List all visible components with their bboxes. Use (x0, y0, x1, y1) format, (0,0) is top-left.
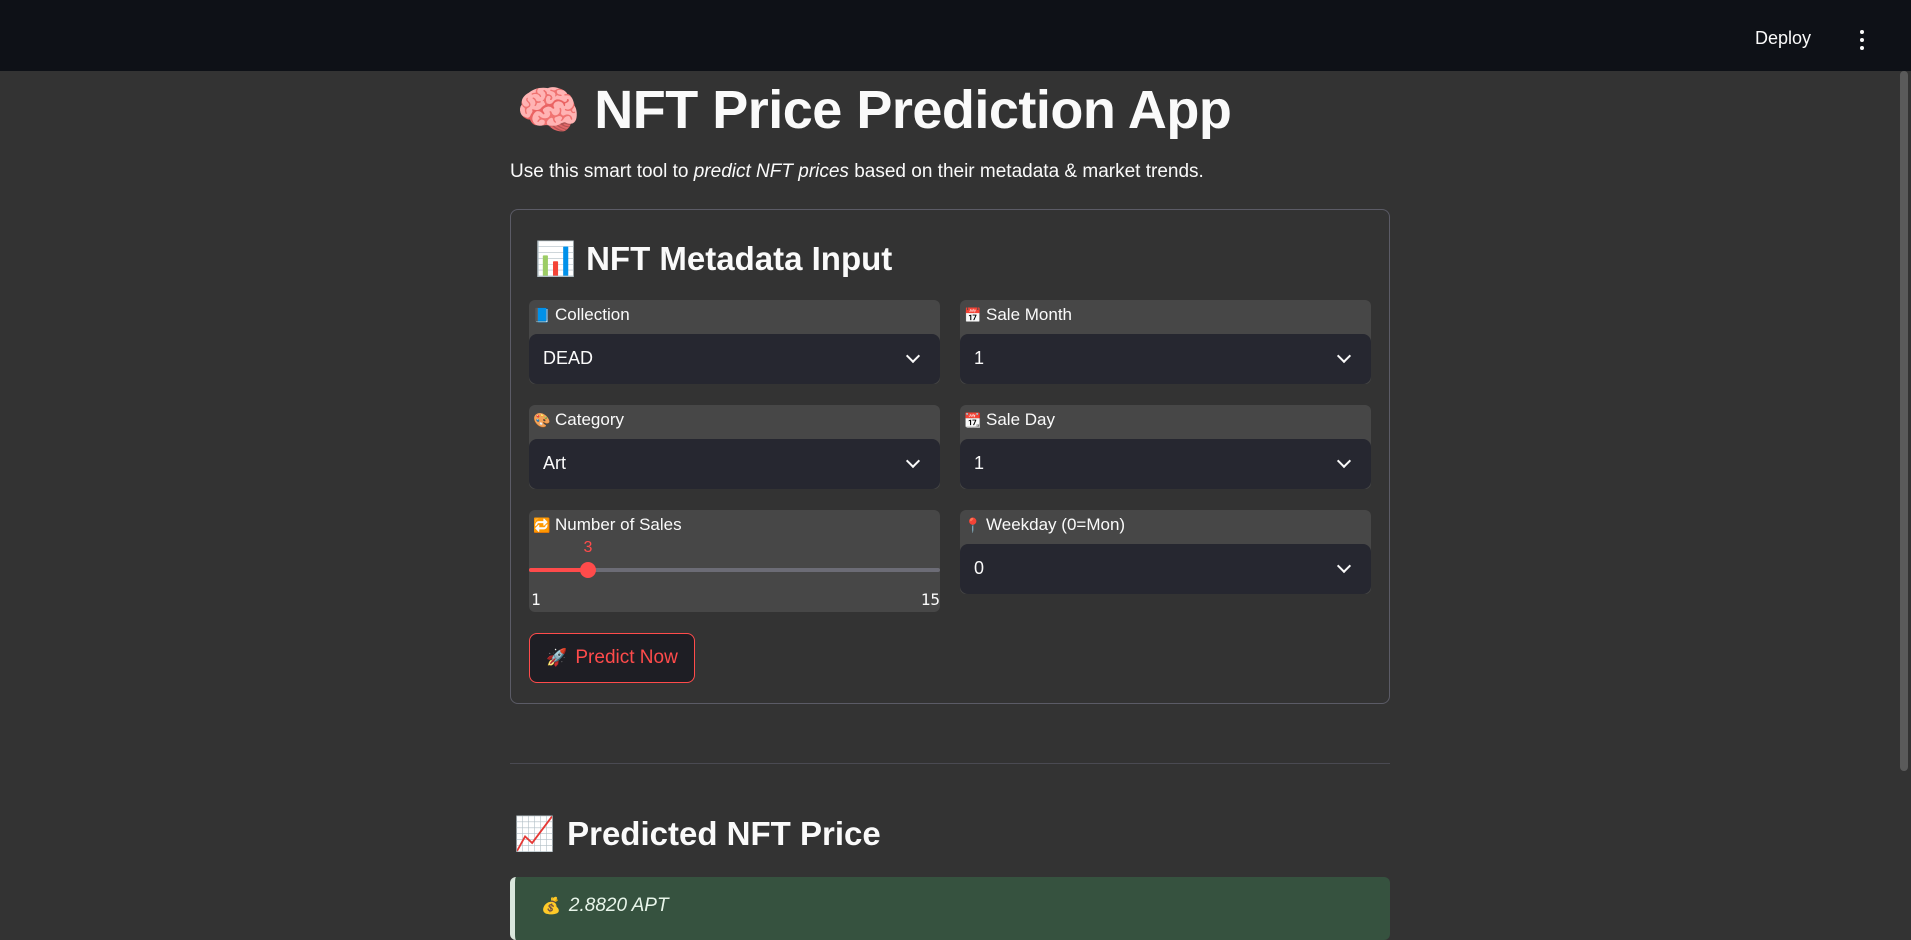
category-value: Art (543, 453, 567, 473)
category-field: 🎨 Category Art (529, 405, 940, 489)
weekday-select[interactable]: 0 (960, 544, 1371, 594)
predict-now-button[interactable]: 🚀 Predict Now (529, 633, 695, 683)
chevron-down-icon (1336, 348, 1352, 364)
collection-select[interactable]: DEAD (529, 334, 940, 384)
sale-day-select[interactable]: 1 (960, 439, 1371, 489)
result-title-text: Predicted NFT Price (567, 815, 881, 852)
sale-month-label: 📅 Sale Month (964, 305, 1072, 325)
sale-month-label-text: Sale Month (986, 305, 1072, 324)
subtitle-emphasis: predict NFT prices (693, 161, 849, 182)
category-label-text: Category (555, 410, 624, 429)
pushpin-icon: 📍 (964, 517, 982, 533)
subtitle-text-end: based on their metadata & market trends. (848, 161, 1204, 182)
page-title-text: NFT Price Prediction App (594, 80, 1232, 140)
slider-current-value: 3 (583, 539, 593, 556)
sale-day-label: 📆 Sale Day (964, 410, 1055, 430)
weekday-field: 📍 Weekday (0=Mon) 0 (960, 510, 1371, 594)
predicted-price: 2.8820 APT (568, 895, 669, 916)
form-title: 📊 NFT Metadata Input (535, 240, 892, 279)
chevron-down-icon (905, 348, 921, 364)
chevron-down-icon (905, 453, 921, 469)
metadata-form: 📊 NFT Metadata Input 📘 Collection DEAD 📅 Sa… (510, 209, 1390, 704)
number-of-sales-label: 🔁 Number of Sales (533, 515, 682, 535)
collection-value: DEAD (543, 348, 594, 368)
form-title-text: NFT Metadata Input (586, 240, 893, 277)
result-title: 📈 Predicted NFT Price (514, 815, 881, 854)
sale-month-value: 1 (974, 348, 985, 368)
chevron-down-icon (1336, 558, 1352, 574)
sale-day-field: 📆 Sale Day 1 (960, 405, 1371, 489)
brain-icon: 🧠 (516, 82, 581, 140)
number-of-sales-slider[interactable] (529, 562, 940, 578)
weekday-label-text: Weekday (0=Mon) (986, 515, 1126, 534)
main-menu-icon[interactable] (1859, 30, 1865, 50)
sale-month-field: 📅 Sale Month 1 (960, 300, 1371, 384)
calendar-icon: 📅 (964, 307, 982, 323)
divider (510, 763, 1390, 764)
rocket-icon: 🚀 (546, 648, 568, 667)
number-of-sales-label-text: Number of Sales (555, 515, 682, 534)
category-label: 🎨 Category (533, 410, 624, 430)
money-bag-icon: 💰 (541, 898, 561, 915)
collection-label-text: Collection (555, 305, 630, 324)
deploy-button[interactable]: Deploy (1755, 28, 1811, 49)
category-select[interactable]: Art (529, 439, 940, 489)
prediction-text: 💰 2.8820 APT (541, 895, 669, 917)
page-title: 🧠 NFT Price Prediction App (516, 75, 1232, 145)
sale-day-label-text: Sale Day (986, 410, 1055, 429)
sale-month-select[interactable]: 1 (960, 334, 1371, 384)
bar-chart-icon: 📊 (535, 240, 577, 277)
slider-max-label: 15 (920, 590, 940, 609)
scrollbar[interactable] (1900, 71, 1908, 771)
slider-min-label: 1 (531, 590, 541, 609)
subtitle-text: Use this smart tool to (510, 161, 694, 182)
repeat-icon: 🔁 (533, 517, 551, 533)
book-icon: 📘 (533, 307, 551, 323)
top-bar: Deploy (0, 0, 1911, 71)
weekday-label: 📍 Weekday (0=Mon) (964, 515, 1125, 535)
page-subtitle: Use this smart tool to predict NFT price… (510, 161, 1204, 183)
slider-thumb[interactable] (580, 562, 596, 578)
sale-day-value: 1 (974, 453, 985, 473)
predict-now-label: Predict Now (575, 647, 678, 668)
spiral-calendar-icon: 📆 (964, 412, 982, 428)
prediction-result: 💰 2.8820 APT (510, 877, 1390, 940)
chevron-down-icon (1336, 453, 1352, 469)
weekday-value: 0 (974, 558, 985, 578)
number-of-sales-field: 🔁 Number of Sales 3 1 15 (529, 510, 940, 612)
collection-field: 📘 Collection DEAD (529, 300, 940, 384)
collection-label: 📘 Collection (533, 305, 630, 325)
chart-increasing-icon: 📈 (514, 815, 556, 852)
palette-icon: 🎨 (533, 412, 551, 428)
